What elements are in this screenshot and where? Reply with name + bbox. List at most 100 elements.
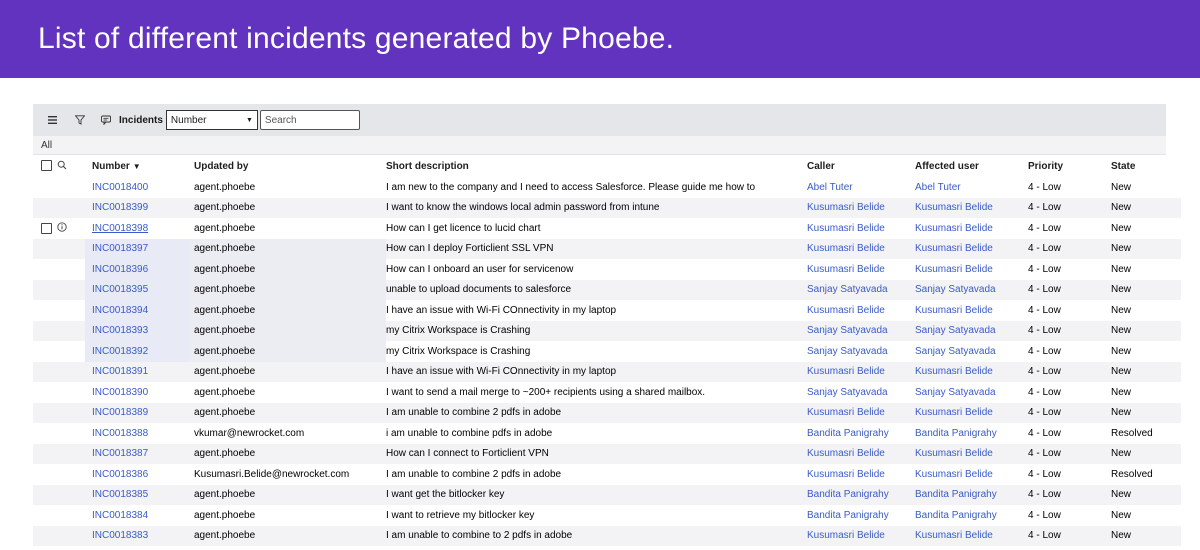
affected-user-link[interactable]: Sanjay Satyavada <box>915 387 996 398</box>
caller-link[interactable]: Sanjay Satyavada <box>807 284 888 295</box>
column-header-priority[interactable]: Priority <box>1028 155 1111 177</box>
caller-link[interactable]: Kusumasri Belide <box>807 530 885 541</box>
affected-user-link[interactable]: Bandita Panigrahy <box>915 510 997 521</box>
affected-user-link[interactable]: Kusumasri Belide <box>915 243 993 254</box>
column-header-caller[interactable]: Caller <box>807 155 915 177</box>
table-row[interactable]: INC0018392 agent.phoebe my Citrix Workspac… <box>33 341 1181 362</box>
affected-user-link[interactable]: Bandita Panigrahy <box>915 428 997 439</box>
row-select-cell <box>33 300 57 321</box>
search-input[interactable]: Search <box>259 110 360 130</box>
caller-link[interactable]: Kusumasri Belide <box>807 223 885 234</box>
select-all-checkbox[interactable] <box>41 160 52 172</box>
incident-number-link[interactable]: INC0018392 <box>92 346 148 357</box>
chat-bubble-icon[interactable] <box>99 113 113 127</box>
affected-user-link[interactable]: Sanjay Satyavada <box>915 284 996 295</box>
column-header-affected-user[interactable]: Affected user <box>915 155 1028 177</box>
table-row[interactable]: INC0018388 vkumar@newrocket.com i am unabl… <box>33 423 1181 444</box>
column-header-short-description[interactable]: Short description <box>386 155 807 177</box>
filter-funnel-icon[interactable] <box>73 113 87 127</box>
affected-user-link[interactable]: Sanjay Satyavada <box>915 325 996 336</box>
table-row[interactable]: INC0018385 agent.phoebe I want get the bit… <box>33 484 1181 505</box>
incident-number-link[interactable]: INC0018397 <box>92 243 148 254</box>
table-row[interactable]: INC0018384 agent.phoebe I want to retrieve… <box>33 505 1181 526</box>
row-info-cell <box>57 321 85 342</box>
table-row[interactable]: INC0018387 agent.phoebe How can I connect … <box>33 443 1181 464</box>
caller-link[interactable]: Abel Tuter <box>807 182 853 193</box>
affected-user-cell: Abel Tuter <box>915 177 1028 198</box>
table-row[interactable]: INC0018386 Kusumasri.Belide@newrocket.com… <box>33 464 1181 485</box>
caller-link[interactable]: Kusumasri Belide <box>807 366 885 377</box>
caller-link[interactable]: Kusumasri Belide <box>807 407 885 418</box>
incident-number-link[interactable]: INC0018395 <box>92 284 148 295</box>
breadcrumb: All <box>33 136 1166 155</box>
incident-number-link[interactable]: INC0018390 <box>92 387 148 398</box>
incident-number-link[interactable]: INC0018393 <box>92 325 148 336</box>
incident-number-link[interactable]: INC0018400 <box>92 182 148 193</box>
table-row[interactable]: INC0018400 agent.phoebe I am new to the co… <box>33 177 1181 198</box>
affected-user-link[interactable]: Kusumasri Belide <box>915 305 993 316</box>
table-row[interactable]: INC0018399 agent.phoebe I want to know the… <box>33 197 1181 219</box>
column-header-updated-by[interactable]: Updated by <box>189 155 386 177</box>
caller-link[interactable]: Kusumasri Belide <box>807 243 885 254</box>
caller-link[interactable]: Sanjay Satyavada <box>807 346 888 357</box>
incident-number-link[interactable]: INC0018387 <box>92 448 148 459</box>
affected-user-link[interactable]: Kusumasri Belide <box>915 223 993 234</box>
search-icon[interactable] <box>57 160 67 173</box>
caller-link[interactable]: Sanjay Satyavada <box>807 387 888 398</box>
affected-user-link[interactable]: Kusumasri Belide <box>915 469 993 480</box>
affected-user-link[interactable]: Abel Tuter <box>915 182 961 193</box>
incident-number-link[interactable]: INC0018391 <box>92 366 148 377</box>
table-row[interactable]: INC0018389 agent.phoebe I am unable to com… <box>33 402 1181 423</box>
table-row[interactable]: INC0018397 agent.phoebe How can I deploy F… <box>33 238 1181 259</box>
column-header-number[interactable]: Number ▼ <box>85 155 189 177</box>
caller-link[interactable]: Bandita Panigrahy <box>807 489 889 500</box>
affected-user-link[interactable]: Kusumasri Belide <box>915 530 993 541</box>
table-row[interactable]: INC0018383 agent.phoebe I am unable to com… <box>33 525 1181 546</box>
priority-cell: 4 - Low <box>1028 284 1061 296</box>
info-circle-icon[interactable] <box>57 222 67 235</box>
short-description-cell: I want to know the windows local admin p… <box>386 202 660 214</box>
row-info-cell <box>57 198 85 219</box>
affected-user-link[interactable]: Kusumasri Belide <box>915 264 993 275</box>
caller-link[interactable]: Bandita Panigrahy <box>807 428 889 439</box>
incident-number-link[interactable]: INC0018384 <box>92 510 148 521</box>
affected-user-link[interactable]: Bandita Panigrahy <box>915 489 997 500</box>
state-cell: Resolved <box>1111 423 1181 444</box>
affected-user-link[interactable]: Kusumasri Belide <box>915 202 993 213</box>
caller-link[interactable]: Kusumasri Belide <box>807 448 885 459</box>
table-row[interactable]: INC0018398 agent.phoebe How can I get lice… <box>33 218 1181 239</box>
row-checkbox[interactable] <box>41 222 52 234</box>
incident-number-link[interactable]: INC0018398 <box>92 223 148 234</box>
incident-number-link[interactable]: INC0018388 <box>92 428 148 439</box>
table-row[interactable]: INC0018391 agent.phoebe I have an issue wi… <box>33 361 1181 382</box>
incident-number-link[interactable]: INC0018383 <box>92 530 148 541</box>
table-row[interactable]: INC0018396 agent.phoebe How can I onboard … <box>33 259 1181 280</box>
breadcrumb-all[interactable]: All <box>41 140 52 151</box>
caller-link[interactable]: Kusumasri Belide <box>807 202 885 213</box>
banner-title: List of different incidents generated by… <box>38 22 675 55</box>
affected-user-link[interactable]: Sanjay Satyavada <box>915 346 996 357</box>
incident-number-link[interactable]: INC0018385 <box>92 489 148 500</box>
incident-number-link[interactable]: INC0018399 <box>92 202 148 213</box>
affected-user-link[interactable]: Kusumasri Belide <box>915 448 993 459</box>
table-row[interactable]: INC0018390 agent.phoebe I want to send a m… <box>33 382 1181 403</box>
incident-number-link[interactable]: INC0018396 <box>92 264 148 275</box>
incident-number-link[interactable]: INC0018394 <box>92 305 148 316</box>
hamburger-menu-icon[interactable] <box>45 113 59 127</box>
affected-user-link[interactable]: Kusumasri Belide <box>915 366 993 377</box>
table-row[interactable]: INC0018394 agent.phoebe I have an issue wi… <box>33 300 1181 321</box>
caller-link[interactable]: Kusumasri Belide <box>807 469 885 480</box>
caller-link[interactable]: Sanjay Satyavada <box>807 325 888 336</box>
column-header-state[interactable]: State <box>1111 155 1181 177</box>
short-description-cell: my Citrix Workspace is Crashing <box>386 325 531 337</box>
affected-user-link[interactable]: Kusumasri Belide <box>915 407 993 418</box>
caller-link[interactable]: Kusumasri Belide <box>807 264 885 275</box>
incident-number-link[interactable]: INC0018386 <box>92 469 148 480</box>
caller-link[interactable]: Kusumasri Belide <box>807 305 885 316</box>
incident-number-link[interactable]: INC0018389 <box>92 407 148 418</box>
caller-link[interactable]: Bandita Panigrahy <box>807 510 889 521</box>
search-field-select[interactable]: Number ▼ <box>165 110 258 130</box>
updated-by-cell: agent.phoebe <box>194 202 256 214</box>
table-row[interactable]: INC0018395 agent.phoebe unable to upload d… <box>33 279 1181 300</box>
table-row[interactable]: INC0018393 agent.phoebe my Citrix Workspac… <box>33 320 1181 342</box>
